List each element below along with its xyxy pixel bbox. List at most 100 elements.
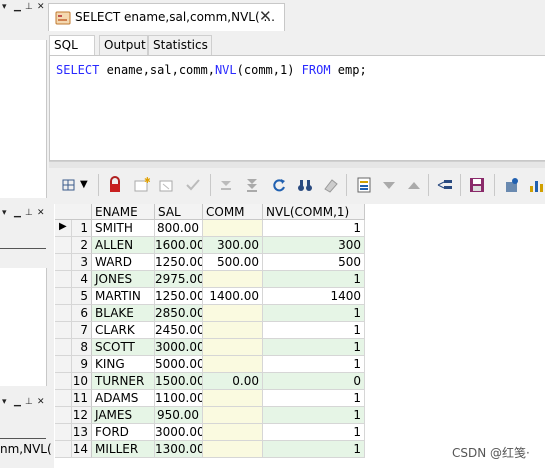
cell-nvl[interactable]: 1 [263, 390, 365, 407]
lock-icon[interactable] [106, 176, 124, 194]
insert-record-icon[interactable]: ✱ [132, 176, 151, 194]
row-indicator[interactable] [55, 322, 72, 339]
cell-nvl[interactable]: 1 [263, 271, 365, 288]
row-indicator[interactable]: ▶ [55, 220, 72, 237]
eraser-icon[interactable] [322, 176, 340, 194]
fetch-last-icon[interactable] [243, 176, 261, 194]
grid-layout-icon[interactable] [60, 176, 78, 194]
cell-ename[interactable]: TURNER [92, 373, 155, 390]
row-number[interactable]: 11 [72, 390, 92, 407]
cell-comm[interactable]: 500.00 [203, 254, 263, 271]
row-indicator[interactable] [55, 305, 72, 322]
row-number[interactable]: 5 [72, 288, 92, 305]
sql-editor[interactable]: SELECT ename,sal,comm,NVL(comm,1) FROM e… [49, 55, 545, 161]
cell-sal[interactable]: 1100.00 [155, 390, 203, 407]
cell-comm[interactable] [203, 322, 263, 339]
document-tab[interactable]: SELECT ename,sal,comm,NVL( ... ✕ [48, 3, 285, 31]
cell-sal[interactable]: 950.00 [155, 407, 203, 424]
result-grid[interactable]: ENAME SAL COMM NVL(COMM,1) ▶ 1 SMITH 800.00 1 2 AL… [54, 204, 545, 468]
cell-ename[interactable]: SCOTT [92, 339, 155, 356]
cell-ename[interactable]: WARD [92, 254, 155, 271]
post-changes-icon[interactable] [184, 176, 202, 194]
cell-nvl[interactable]: 0 [263, 373, 365, 390]
row-indicator[interactable] [55, 356, 72, 373]
row-number[interactable]: 12 [72, 407, 92, 424]
panel-minimize-icon[interactable]: ▁ [14, 397, 21, 407]
row-number[interactable]: 13 [72, 424, 92, 441]
cell-comm[interactable]: 1400.00 [203, 288, 263, 305]
panel-dropdown-icon[interactable]: ▾ [2, 208, 7, 218]
cell-comm[interactable] [203, 339, 263, 356]
delete-record-icon[interactable] [157, 176, 175, 194]
cell-nvl[interactable]: 1 [263, 441, 365, 458]
cell-sal[interactable]: 2850.00 [155, 305, 203, 322]
cell-comm[interactable] [203, 424, 263, 441]
panel-pin-icon[interactable]: ⊥ [25, 397, 33, 407]
cell-nvl[interactable]: 1 [263, 220, 365, 237]
cell-sal[interactable]: 1250.00 [155, 254, 203, 271]
cell-comm[interactable]: 0.00 [203, 373, 263, 390]
column-header-nvl[interactable]: NVL(COMM,1) [263, 204, 365, 220]
row-number[interactable]: 9 [72, 356, 92, 373]
cell-sal[interactable]: 1250.00 [155, 288, 203, 305]
cell-sal[interactable]: 1500.00 [155, 373, 203, 390]
column-header-sal[interactable]: SAL [155, 204, 203, 220]
panel-minimize-icon[interactable]: ▁ [14, 208, 21, 218]
cell-ename[interactable]: FORD [92, 424, 155, 441]
row-indicator[interactable] [55, 441, 72, 458]
chevron-down-icon[interactable]: ▼ [80, 176, 98, 194]
cell-nvl[interactable]: 1 [263, 322, 365, 339]
cell-ename[interactable]: KING [92, 356, 155, 373]
row-indicator[interactable] [55, 288, 72, 305]
cell-ename[interactable]: MARTIN [92, 288, 155, 305]
fetch-next-icon[interactable] [217, 176, 235, 194]
cell-nvl[interactable]: 1 [263, 356, 365, 373]
row-indicator[interactable] [55, 407, 72, 424]
cell-ename[interactable]: JONES [92, 271, 155, 288]
row-indicator[interactable] [55, 254, 72, 271]
cell-nvl[interactable]: 1 [263, 305, 365, 322]
cell-sal[interactable]: 2450.00 [155, 322, 203, 339]
cell-comm[interactable] [203, 356, 263, 373]
query-by-example-icon[interactable] [436, 176, 454, 194]
cell-comm[interactable] [203, 407, 263, 424]
chart-icon[interactable] [528, 176, 545, 194]
cell-sal[interactable]: 5000.00 [155, 356, 203, 373]
row-number[interactable]: 7 [72, 322, 92, 339]
row-number[interactable]: 8 [72, 339, 92, 356]
cell-ename[interactable]: BLAKE [92, 305, 155, 322]
cell-sal[interactable]: 1600.00 [155, 237, 203, 254]
cell-nvl[interactable]: 300 [263, 237, 365, 254]
cell-nvl[interactable]: 1 [263, 424, 365, 441]
panel-close-icon[interactable]: ✕ [37, 208, 45, 218]
cell-sal[interactable]: 3000.00 [155, 424, 203, 441]
row-indicator[interactable] [55, 237, 72, 254]
cell-sal[interactable]: 3000.00 [155, 339, 203, 356]
panel-pin-icon[interactable]: ⊥ [25, 208, 33, 218]
row-indicator[interactable] [55, 424, 72, 441]
cell-ename[interactable]: SMITH [92, 220, 155, 237]
column-header-ename[interactable]: ENAME [92, 204, 155, 220]
cell-sal[interactable]: 2975.00 [155, 271, 203, 288]
row-number[interactable]: 1 [72, 220, 92, 237]
row-indicator[interactable] [55, 271, 72, 288]
cell-comm[interactable] [203, 441, 263, 458]
cell-nvl[interactable]: 1 [263, 407, 365, 424]
tab-statistics[interactable]: Statistics [148, 35, 212, 56]
row-indicator[interactable] [55, 390, 72, 407]
cell-ename[interactable]: CLARK [92, 322, 155, 339]
cell-ename[interactable]: ALLEN [92, 237, 155, 254]
panel-minimize-icon[interactable]: ▁ [14, 2, 21, 12]
cell-comm[interactable] [203, 305, 263, 322]
cell-ename[interactable]: MILLER [92, 441, 155, 458]
tab-sql[interactable]: SQL [49, 35, 95, 56]
cell-comm[interactable] [203, 271, 263, 288]
panel-close-icon[interactable]: ✕ [37, 2, 45, 12]
cell-nvl[interactable]: 1 [263, 339, 365, 356]
form-view-icon[interactable] [355, 176, 373, 194]
cell-comm[interactable] [203, 390, 263, 407]
row-number[interactable]: 2 [72, 237, 92, 254]
row-indicator[interactable] [55, 339, 72, 356]
row-number[interactable]: 3 [72, 254, 92, 271]
tab-output[interactable]: Output [99, 35, 148, 56]
